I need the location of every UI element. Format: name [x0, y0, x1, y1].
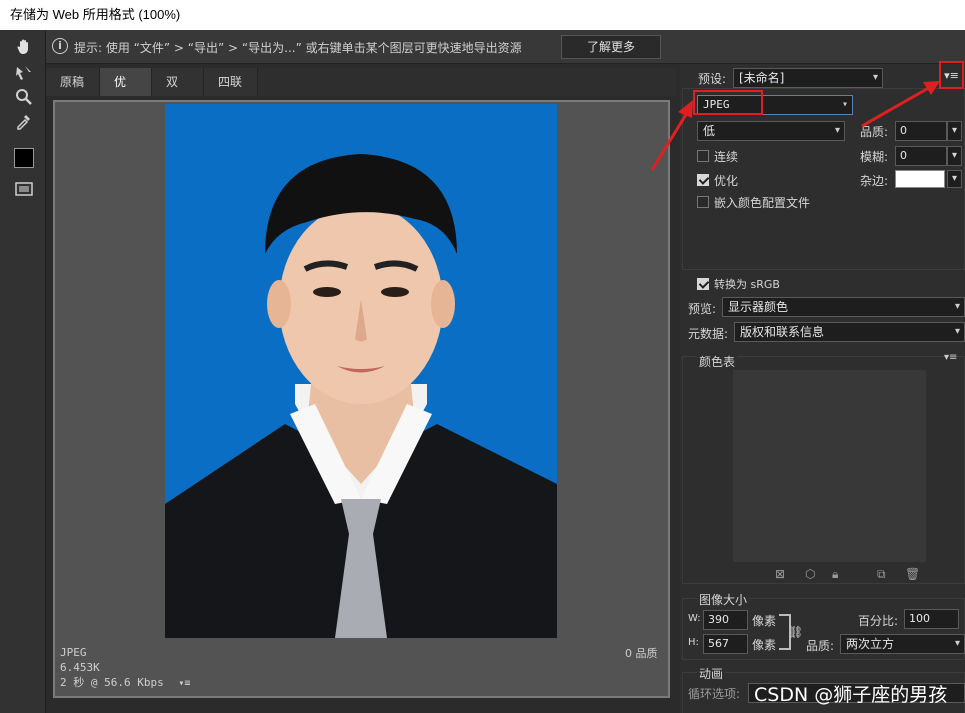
width-input[interactable]: 390: [703, 610, 748, 630]
hint-bar: i 提示: 使用 “文件” > “导出” > “导出为...” 或右键单击某个图…: [46, 30, 965, 64]
metadata-select[interactable]: 版权和联系信息 ▾: [734, 322, 965, 342]
color-table-area[interactable]: [733, 370, 926, 562]
lock-color-icon[interactable]: 🔒︎: [832, 567, 838, 582]
info-format: JPEG: [60, 646, 87, 659]
info-quality: 0 品质: [625, 647, 658, 660]
height-input[interactable]: 567: [703, 634, 748, 654]
convert-srgb-checkbox[interactable]: [697, 278, 709, 290]
loop-options-label: 循环选项:: [688, 687, 741, 701]
tab-original[interactable]: 原稿: [46, 68, 100, 96]
portrait-photo: [165, 104, 557, 638]
map-colors-icon[interactable]: ⊠: [775, 567, 785, 581]
tab-4-up[interactable]: 四联: [204, 68, 258, 96]
tool-strip: [0, 30, 46, 713]
new-color-icon[interactable]: ⧉: [877, 567, 886, 582]
learn-more-button[interactable]: 了解更多: [561, 35, 661, 59]
eyedropper-tool-icon[interactable]: [12, 110, 36, 132]
chevron-down-icon: ▾: [954, 638, 960, 649]
animation-title: 动画: [697, 665, 726, 682]
image-size-title: 图像大小: [697, 591, 750, 608]
color-table-menu-icon[interactable]: ▾≡: [944, 352, 957, 363]
trash-icon[interactable]: 🗑︎: [905, 567, 920, 581]
preview-label: 预览:: [688, 302, 717, 316]
eyedropper-color-swatch[interactable]: [12, 147, 36, 169]
preview-select[interactable]: 显示器颜色 ▾: [722, 297, 965, 317]
tab-optimized[interactable]: 优化: [100, 68, 152, 117]
resample-quality-value: 两次立方: [846, 637, 895, 651]
toggle-slices-icon[interactable]: [12, 178, 36, 200]
percent-input[interactable]: 100: [904, 609, 959, 629]
download-speed-menu-icon[interactable]: ▾≡: [178, 678, 190, 689]
metadata-label: 元数据:: [688, 327, 729, 341]
chevron-down-icon: ▾: [954, 326, 960, 337]
link-icon[interactable]: ⛓︎: [788, 625, 803, 639]
image-info: JPEG 6.453K 2 秒 @ 56.6 Kbps ▾≡: [60, 645, 190, 691]
window-title: 存储为 Web 所用格式 (100%): [0, 0, 965, 30]
embed-profile-label: 嵌入颜色配置文件: [714, 196, 811, 210]
hand-tool-icon[interactable]: [12, 36, 36, 58]
view-tabs: 原稿 优化 双联 四联: [46, 68, 676, 117]
zoom-tool-icon[interactable]: [12, 86, 36, 108]
convert-srgb-label: 转换为 sRGB: [714, 278, 780, 291]
watermark: CSDN @狮子座的男孩: [754, 684, 948, 706]
hint-text: 提示: 使用 “文件” > “导出” > “导出为...” 或右键单击某个图层可…: [74, 41, 522, 55]
info-icon: i: [52, 38, 68, 54]
annotation-arrows: [650, 81, 940, 171]
height-unit: 像素: [752, 638, 777, 652]
percent-label: 百分比:: [858, 614, 899, 628]
embed-profile-checkbox[interactable]: [697, 196, 709, 208]
resample-quality-label: 品质:: [806, 639, 835, 653]
info-size: 6.453K: [60, 661, 100, 674]
height-label: H:: [688, 637, 699, 648]
resample-quality-select[interactable]: 两次立方 ▾: [840, 634, 965, 654]
color-table-title: 颜色表: [697, 353, 738, 370]
tab-2-up[interactable]: 双联: [152, 68, 204, 117]
web-shift-icon[interactable]: ⬡: [805, 567, 815, 581]
width-label: W:: [688, 613, 701, 624]
preview-select-value: 显示器颜色: [728, 300, 789, 314]
metadata-select-value: 版权和联系信息: [740, 325, 825, 339]
info-download-time: 2 秒 @ 56.6 Kbps: [60, 676, 164, 689]
chevron-down-icon: ▾: [954, 301, 960, 312]
slice-select-tool-icon[interactable]: [12, 62, 36, 84]
width-unit: 像素: [752, 614, 777, 628]
